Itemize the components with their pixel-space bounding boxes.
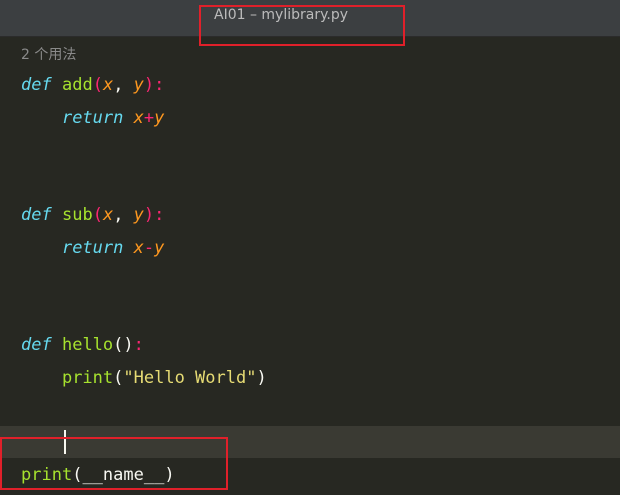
- keyword-def: def: [21, 75, 52, 95]
- code-line-return-sub: return x-y: [21, 237, 164, 259]
- paren-open: (: [113, 368, 124, 388]
- annotation-box-print-name: [0, 437, 228, 490]
- keyword-return: return: [61, 108, 124, 128]
- operand-y: y: [154, 108, 165, 128]
- string-literal: "Hello World": [123, 368, 257, 388]
- code-line-def-add: def add(x, y):: [21, 74, 164, 96]
- paren-open: (: [92, 205, 103, 225]
- paren-close: ): [256, 368, 267, 388]
- paren-close-colon: ):: [143, 75, 165, 95]
- comma: ,: [113, 205, 134, 225]
- param-x: x: [102, 75, 114, 95]
- operator-minus: -: [143, 238, 155, 258]
- operand-y: y: [154, 238, 165, 258]
- annotation-box-title: [199, 5, 405, 46]
- paren-close-colon: ):: [143, 205, 165, 225]
- code-line-def-sub: def sub(x, y):: [21, 204, 164, 226]
- keyword-return: return: [61, 238, 124, 258]
- parens: (): [113, 335, 134, 355]
- code-line-def-hello: def hello():: [21, 334, 144, 356]
- keyword-def: def: [21, 335, 52, 355]
- function-name-sub: sub: [61, 205, 93, 225]
- param-x: x: [102, 205, 114, 225]
- paren-open: (: [92, 75, 103, 95]
- operand-x: x: [133, 108, 144, 128]
- function-name-add: add: [61, 75, 93, 95]
- operand-x: x: [133, 238, 144, 258]
- param-y: y: [133, 205, 144, 225]
- operator-plus: +: [143, 108, 155, 128]
- param-y: y: [133, 75, 144, 95]
- builtin-print: print: [61, 368, 114, 388]
- colon: :: [133, 335, 144, 355]
- usage-hint[interactable]: 2 个用法: [21, 44, 76, 64]
- function-name-hello: hello: [61, 335, 114, 355]
- keyword-def: def: [21, 205, 52, 225]
- code-line-return-add: return x+y: [21, 107, 164, 129]
- comma: ,: [113, 75, 134, 95]
- code-line-print-hello: print("Hello World"): [21, 367, 267, 389]
